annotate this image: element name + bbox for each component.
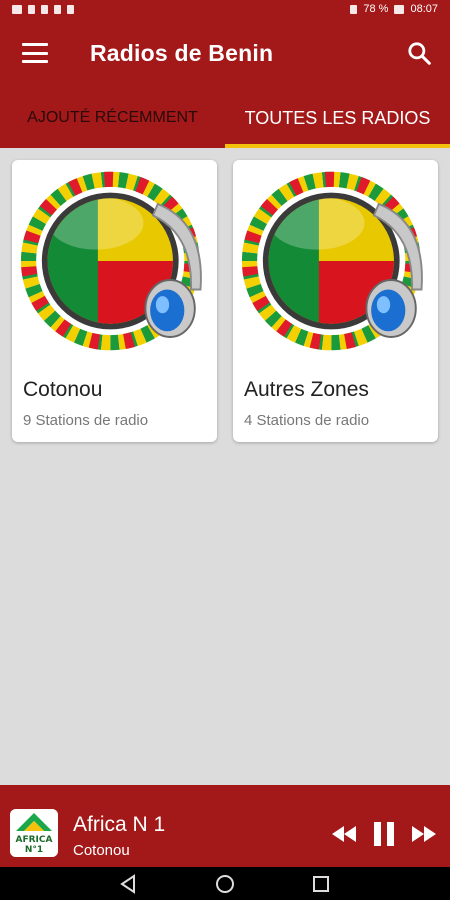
benin-radio-icon [241,171,423,351]
battery-icon [394,4,405,14]
station-location: Cotonou [73,842,130,859]
status-right: 78 % 08:07 [350,3,438,15]
signal-icon [28,4,35,14]
card-autres-zones[interactable]: Autres Zones 4 Stations de radio [233,160,438,442]
notification-icon [12,4,22,14]
card-title: Autres Zones [244,378,369,401]
hd-icon [350,4,358,14]
rewind-icon[interactable] [330,821,358,847]
notification-icon [54,4,61,14]
system-nav-bar [0,867,450,900]
app-bar: Radios de Benin [0,18,450,88]
card-cotonou[interactable]: Cotonou 9 Stations de radio [12,160,217,442]
home-icon[interactable] [215,874,235,894]
card-subtitle: 4 Stations de radio [244,412,370,429]
status-left-icons [12,4,74,14]
search-icon[interactable] [406,40,432,66]
tab-bar: AJOUTÉ RÉCEMMENT TOUTES LES RADIOS [0,88,450,148]
station-name: Africa N 1 [73,813,166,836]
station-logo: AFRICA N°1 [10,809,58,857]
back-icon[interactable] [118,874,138,894]
content-grid: Cotonou 9 Stations de radio Autres Zones… [0,148,450,785]
tab-recently-added[interactable]: AJOUTÉ RÉCEMMENT [0,88,225,148]
clock: 08:07 [410,3,438,15]
mini-player[interactable]: AFRICA N°1 Africa N 1 Cotonou [0,785,450,867]
notification-icon [67,4,74,14]
benin-radio-icon [20,171,202,351]
africa-n1-logo-icon: AFRICA N°1 [10,809,58,857]
fast-forward-icon[interactable] [410,821,438,847]
status-bar: 78 % 08:07 [0,0,450,18]
logo-text-n1: N°1 [25,845,43,855]
battery-percent: 78 % [363,3,389,15]
wifi-icon [41,4,48,14]
recents-icon[interactable] [311,874,331,894]
card-subtitle: 9 Stations de radio [23,412,149,429]
menu-icon[interactable] [22,43,48,63]
logo-text-africa: AFRICA [16,835,53,845]
card-title: Cotonou [23,378,103,401]
pause-icon[interactable] [372,821,396,847]
app-title: Radios de Benin [90,39,274,66]
tab-all-radios[interactable]: TOUTES LES RADIOS [225,88,450,148]
